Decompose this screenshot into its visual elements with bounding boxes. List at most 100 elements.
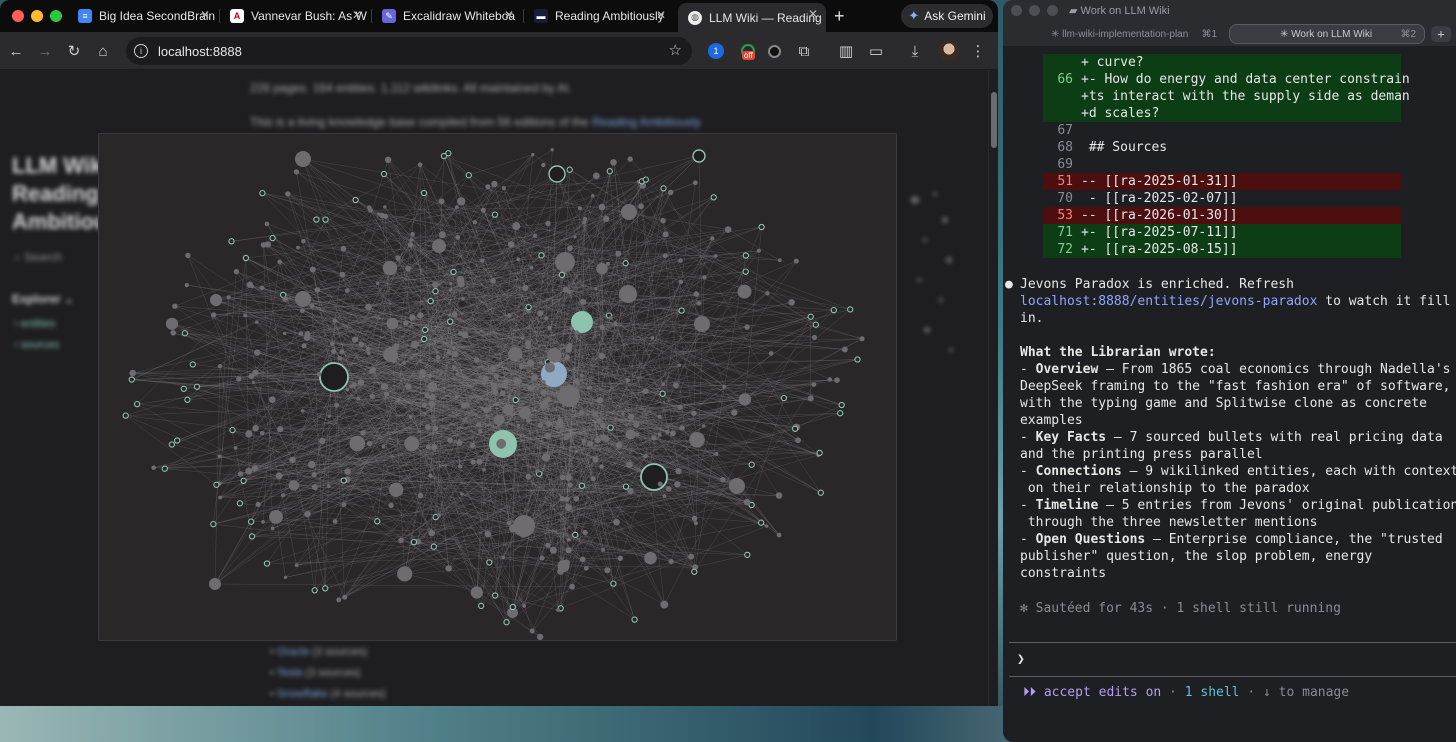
- graph-node[interactable]: [259, 285, 265, 291]
- graph-node[interactable]: [650, 336, 655, 340]
- graph-node[interactable]: [594, 287, 598, 291]
- graph-node[interactable]: [599, 464, 604, 469]
- graph-node[interactable]: [529, 265, 534, 270]
- graph-node[interactable]: [336, 597, 342, 603]
- graph-node[interactable]: [854, 356, 861, 363]
- knowledge-graph-canvas[interactable]: [99, 134, 897, 641]
- graph-node[interactable]: [456, 440, 463, 446]
- graph-node[interactable]: [626, 378, 630, 383]
- graph-node[interactable]: [447, 350, 451, 355]
- address-bar[interactable]: i localhost:8888 ☆: [126, 37, 692, 65]
- graph-node[interactable]: [460, 492, 464, 496]
- graph-node[interactable]: [594, 437, 601, 444]
- graph-node[interactable]: [300, 308, 305, 313]
- graph-node[interactable]: [210, 294, 222, 306]
- graph-node[interactable]: [693, 521, 699, 526]
- graph-node[interactable]: [375, 281, 380, 285]
- graph-node[interactable]: [226, 295, 231, 300]
- graph-node[interactable]: [692, 149, 706, 163]
- graph-node[interactable]: [309, 266, 316, 273]
- graph-node[interactable]: [565, 354, 570, 360]
- graph-node[interactable]: [491, 211, 499, 218]
- graph-node[interactable]: [236, 376, 242, 382]
- graph-node[interactable]: [473, 357, 480, 363]
- close-tab-icon[interactable]: ✕: [656, 8, 666, 22]
- graph-node[interactable]: [625, 429, 636, 440]
- graph-node[interactable]: [667, 189, 674, 196]
- graph-node[interactable]: [431, 444, 438, 451]
- graph-node[interactable]: [455, 234, 461, 240]
- graph-node[interactable]: [710, 194, 717, 201]
- graph-node[interactable]: [289, 456, 296, 464]
- graph-node[interactable]: [421, 402, 427, 408]
- graph-node[interactable]: [380, 170, 388, 178]
- graph-node[interactable]: [242, 254, 250, 262]
- graph-node[interactable]: [250, 284, 254, 289]
- graph-node[interactable]: [396, 398, 401, 403]
- graph-node[interactable]: [326, 484, 331, 489]
- graph-node[interactable]: [765, 291, 770, 296]
- graph-node[interactable]: [807, 395, 814, 402]
- graph-node[interactable]: [452, 311, 458, 317]
- graph-node[interactable]: [834, 377, 840, 383]
- graph-node[interactable]: [366, 440, 373, 447]
- graph-node[interactable]: [457, 464, 463, 469]
- graph-node[interactable]: [677, 404, 683, 410]
- graph-node[interactable]: [438, 231, 446, 239]
- graph-node[interactable]: [555, 252, 575, 272]
- graph-node[interactable]: [598, 203, 606, 211]
- graph-node[interactable]: [296, 245, 300, 250]
- explorer-heading[interactable]: Explorer ⌄: [12, 292, 74, 306]
- graph-node[interactable]: [619, 285, 637, 303]
- graph-node[interactable]: [660, 185, 667, 192]
- graph-node[interactable]: [309, 303, 315, 309]
- graph-node[interactable]: [643, 454, 648, 459]
- graph-node[interactable]: [435, 355, 441, 360]
- graph-node[interactable]: [540, 389, 547, 396]
- graph-node[interactable]: [642, 176, 649, 183]
- graph-node[interactable]: [480, 258, 485, 263]
- graph-node[interactable]: [509, 603, 516, 611]
- graph-node[interactable]: [502, 186, 506, 191]
- graph-node[interactable]: [349, 435, 366, 452]
- graph-node[interactable]: [545, 420, 552, 427]
- graph-node[interactable]: [482, 375, 489, 382]
- graph-node[interactable]: [566, 537, 571, 542]
- graph-node[interactable]: [408, 414, 413, 419]
- graph-node[interactable]: [282, 331, 287, 336]
- graph-node[interactable]: [678, 307, 685, 314]
- graph-node[interactable]: [233, 446, 238, 450]
- graph-node[interactable]: [240, 477, 247, 484]
- intro-link[interactable]: Reading Ambitiously: [592, 115, 701, 129]
- graph-node[interactable]: [303, 334, 311, 341]
- graph-node[interactable]: [435, 350, 439, 354]
- minimize-window-button[interactable]: [31, 10, 43, 22]
- graph-node[interactable]: [269, 510, 283, 524]
- graph-node[interactable]: [569, 583, 575, 590]
- graph-node[interactable]: [714, 254, 718, 258]
- graph-node[interactable]: [456, 275, 465, 284]
- graph-node[interactable]: [311, 471, 317, 478]
- graph-node[interactable]: [742, 252, 749, 259]
- graph-node[interactable]: [181, 330, 189, 337]
- graph-node[interactable]: [133, 400, 141, 408]
- graph-node[interactable]: [557, 418, 564, 425]
- graph-node[interactable]: [236, 500, 244, 507]
- graph-node[interactable]: [621, 412, 625, 416]
- graph-node[interactable]: [694, 316, 710, 332]
- graph-node[interactable]: [477, 602, 485, 610]
- graph-node[interactable]: [788, 299, 795, 306]
- graph-node[interactable]: [470, 459, 476, 465]
- graph-node[interactable]: [280, 493, 286, 498]
- accept-edits-label[interactable]: accept edits on: [1036, 685, 1161, 700]
- graph-node[interactable]: [424, 393, 430, 399]
- graph-node[interactable]: [673, 382, 679, 389]
- graph-node[interactable]: [556, 608, 560, 612]
- graph-node[interactable]: [247, 518, 255, 525]
- graph-node[interactable]: [581, 438, 587, 444]
- close-tab-icon[interactable]: ✕: [200, 8, 210, 22]
- graph-node[interactable]: [470, 586, 483, 599]
- graph-node[interactable]: [345, 387, 350, 392]
- graph-node[interactable]: [381, 444, 386, 449]
- graph-node[interactable]: [615, 442, 623, 449]
